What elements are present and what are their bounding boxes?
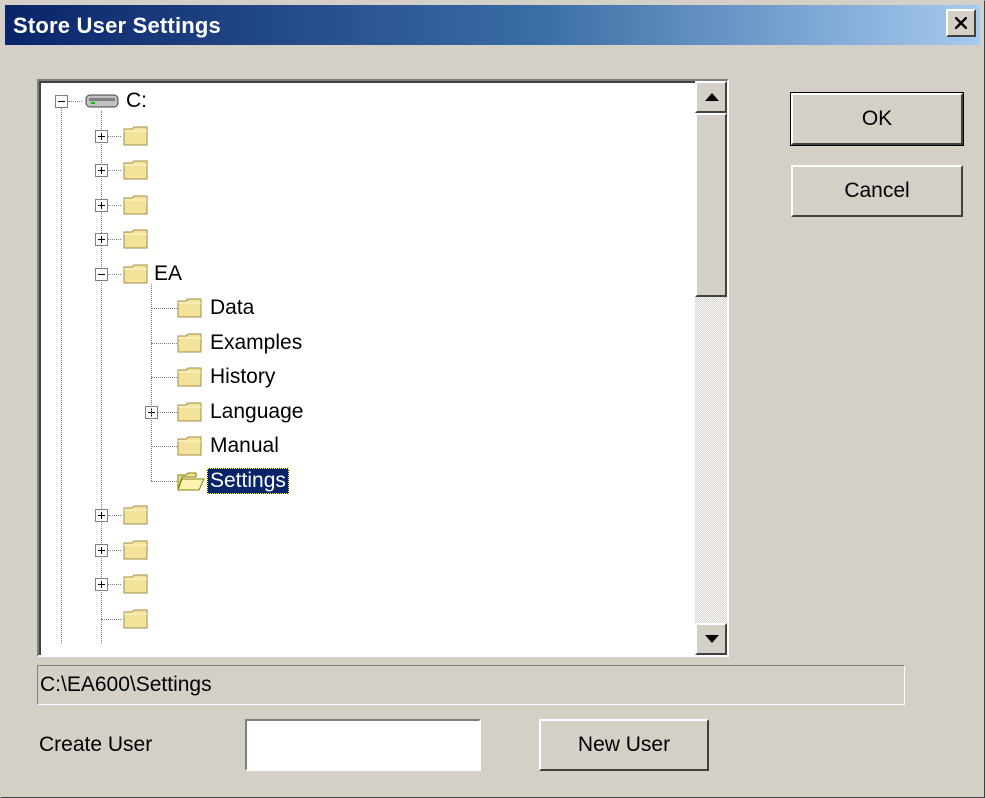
tree-node-label[interactable]: Settings bbox=[207, 467, 289, 494]
folder-tree-canvas: C: EA Data Examples History Language Manual Set… bbox=[39, 81, 727, 655]
folder-node bbox=[177, 402, 203, 422]
expand-toggle[interactable] bbox=[95, 164, 108, 177]
folder-icon bbox=[177, 298, 202, 318]
close-icon bbox=[955, 17, 967, 29]
folder-node bbox=[123, 229, 149, 249]
tree-guide-line bbox=[101, 618, 121, 620]
tree-node-label[interactable]: C: bbox=[123, 88, 150, 114]
scroll-up-button[interactable] bbox=[695, 81, 727, 113]
tree-node-label[interactable]: Manual bbox=[207, 433, 282, 459]
tree-guide-line bbox=[151, 283, 152, 481]
drive-node-icon bbox=[85, 92, 125, 124]
folder-node bbox=[177, 333, 203, 353]
tree-node-label[interactable]: Data bbox=[207, 295, 257, 321]
tree-guide-line bbox=[151, 308, 179, 309]
tree-node-label[interactable]: Language bbox=[207, 399, 306, 425]
tree-guide-line bbox=[61, 101, 62, 643]
folder-icon bbox=[123, 540, 148, 559]
folder-icon bbox=[177, 367, 202, 387]
folder-node bbox=[123, 264, 149, 284]
tree-node-label[interactable]: History bbox=[207, 364, 278, 390]
cancel-button[interactable]: Cancel bbox=[791, 165, 963, 217]
create-user-label: Create User bbox=[39, 733, 153, 756]
folder-icon bbox=[177, 402, 202, 421]
folder-node bbox=[177, 298, 203, 318]
folder-icon bbox=[123, 609, 148, 628]
folder-icon bbox=[177, 436, 202, 456]
expand-toggle[interactable] bbox=[95, 198, 108, 212]
folder-open-icon bbox=[177, 472, 205, 490]
create-user-input[interactable] bbox=[245, 719, 481, 771]
folder-node bbox=[123, 609, 149, 629]
dialog-window: Store User Settings C: EA Data Examples Hist… bbox=[0, 0, 985, 798]
folder-node bbox=[123, 540, 149, 560]
tree-node-label[interactable]: Examples bbox=[207, 330, 305, 356]
tree-guide-line bbox=[151, 377, 179, 378]
tree-guide-line bbox=[151, 342, 179, 344]
new-user-button[interactable]: New User bbox=[539, 719, 709, 771]
folder-node bbox=[123, 195, 149, 215]
expand-toggle[interactable] bbox=[95, 578, 108, 591]
folder-icon bbox=[123, 505, 148, 525]
tree-guide-line bbox=[68, 101, 82, 102]
tree-node-label[interactable]: EA bbox=[151, 261, 185, 287]
folder-node bbox=[177, 367, 203, 387]
expand-toggle[interactable] bbox=[95, 509, 108, 522]
folder-icon bbox=[123, 264, 148, 283]
folder-tree[interactable]: C: EA Data Examples History Language Manual Set… bbox=[37, 79, 729, 657]
close-button[interactable] bbox=[946, 9, 976, 37]
title-bar[interactable]: Store User Settings bbox=[5, 5, 980, 45]
tree-guide-line bbox=[101, 111, 102, 643]
expand-toggle[interactable] bbox=[95, 129, 108, 143]
selected-path-display: C:\EA600\Settings bbox=[37, 665, 905, 705]
folder-icon bbox=[177, 333, 202, 352]
drive-icon bbox=[85, 94, 119, 108]
folder-icon bbox=[123, 126, 148, 145]
arrow-down-icon bbox=[705, 635, 719, 643]
folder-icon bbox=[123, 574, 148, 594]
folder-node bbox=[123, 574, 149, 594]
folder-icon bbox=[123, 160, 148, 180]
folder-icon bbox=[123, 229, 148, 249]
collapse-toggle[interactable] bbox=[95, 267, 108, 281]
folder-node bbox=[123, 505, 149, 525]
folder-node bbox=[123, 160, 149, 180]
expand-toggle[interactable] bbox=[95, 543, 108, 557]
folder-node bbox=[177, 436, 203, 456]
arrow-up-icon bbox=[705, 93, 719, 101]
vertical-scrollbar[interactable] bbox=[695, 81, 727, 655]
collapse-toggle[interactable] bbox=[55, 95, 68, 108]
scroll-thumb[interactable] bbox=[695, 113, 727, 297]
tree-guide-line bbox=[151, 480, 179, 482]
folder-icon bbox=[123, 195, 148, 214]
window-title: Store User Settings bbox=[13, 13, 221, 38]
selected-folder-node bbox=[177, 471, 205, 491]
scroll-down-button[interactable] bbox=[695, 623, 727, 655]
expand-toggle[interactable] bbox=[95, 233, 108, 246]
folder-node bbox=[123, 126, 149, 146]
ok-button[interactable]: OK bbox=[790, 92, 964, 146]
tree-guide-line bbox=[151, 446, 179, 447]
